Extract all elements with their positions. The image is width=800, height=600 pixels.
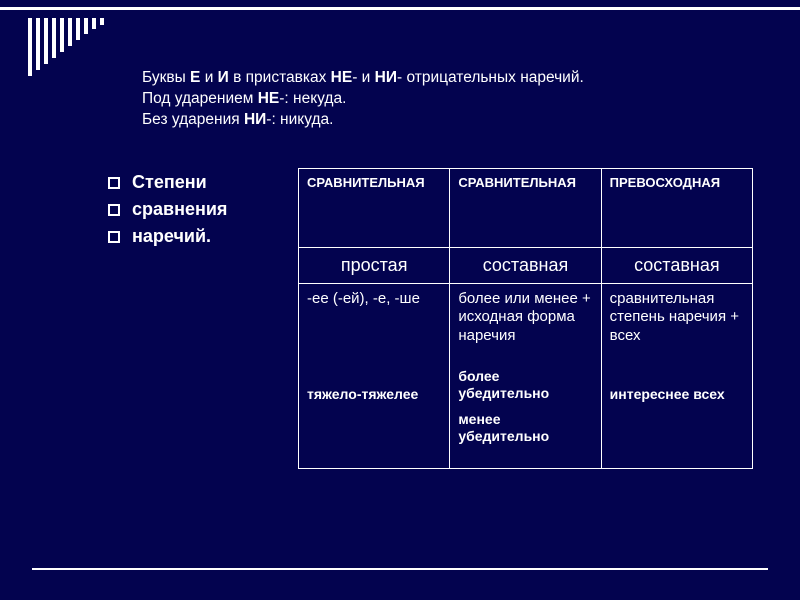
t3a: Без ударения	[142, 111, 244, 128]
bottom-divider	[32, 568, 768, 570]
comparison-table: СРАВНИТЕЛЬНАЯ СРАВНИТЕЛЬНАЯ ПРЕВОСХОДНАЯ…	[298, 168, 753, 469]
top-divider	[0, 7, 800, 10]
slide: Буквы Е и И в приставках НЕ- и НИ- отриц…	[0, 0, 800, 600]
square-bullet-icon	[108, 204, 120, 216]
t2c: -: некуда.	[279, 90, 346, 107]
example-text: менее убедительно	[458, 411, 592, 446]
bullet-list: Степени сравнения наречий.	[108, 168, 298, 253]
list-item: Степени	[108, 172, 298, 193]
table-row: СРАВНИТЕЛЬНАЯ СРАВНИТЕЛЬНАЯ ПРЕВОСХОДНАЯ	[299, 169, 753, 248]
t1i: - отрицательных наречий.	[397, 69, 584, 86]
list-item-label: сравнения	[132, 199, 227, 220]
t1h: НИ	[375, 69, 397, 86]
example-text: интереснее всех	[610, 386, 744, 404]
list-item: наречий.	[108, 226, 298, 247]
t1g: - и	[352, 69, 374, 86]
table-subhead-cell: составная	[601, 248, 752, 284]
t1f: НЕ	[331, 69, 353, 86]
rule-text: более или менее + исходная форма наречия	[458, 290, 592, 346]
t3c: -: никуда.	[266, 111, 333, 128]
slide-title: Буквы Е и И в приставках НЕ- и НИ- отриц…	[142, 68, 740, 131]
t1a: Буквы	[142, 69, 190, 86]
square-bullet-icon	[108, 177, 120, 189]
t1d: И	[218, 69, 229, 86]
rule-text: сравнительная степень наречия + всех	[610, 290, 744, 346]
table-subhead-cell: составная	[450, 248, 601, 284]
t1b: Е	[190, 69, 200, 86]
list-item-label: Степени	[132, 172, 207, 193]
t2a: Под ударением	[142, 90, 258, 107]
decorative-bars-icon	[28, 18, 108, 76]
body: Степени сравнения наречий. СРАВНИТЕЛЬНАЯ…	[108, 168, 760, 469]
example-text: более убедительно	[458, 368, 592, 403]
table-row: -ее (-ей), -е, -ше тяжело-тяжелее более …	[299, 283, 753, 468]
t1e: в приставках	[229, 69, 331, 86]
list-item-label: наречий.	[132, 226, 211, 247]
table-cell: сравнительная степень наречия + всех инт…	[601, 283, 752, 468]
example-text: тяжело-тяжелее	[307, 386, 441, 404]
t1c: и	[200, 69, 217, 86]
table-row: простая составная составная	[299, 248, 753, 284]
square-bullet-icon	[108, 231, 120, 243]
table-header-cell: СРАВНИТЕЛЬНАЯ	[450, 169, 601, 248]
t2b: НЕ	[258, 90, 280, 107]
rule-text: -ее (-ей), -е, -ше	[307, 290, 441, 309]
list-item: сравнения	[108, 199, 298, 220]
table-cell: более или менее + исходная форма наречия…	[450, 283, 601, 468]
table-header-cell: ПРЕВОСХОДНАЯ	[601, 169, 752, 248]
t3b: НИ	[244, 111, 266, 128]
table-header-cell: СРАВНИТЕЛЬНАЯ	[299, 169, 450, 248]
table-cell: -ее (-ей), -е, -ше тяжело-тяжелее	[299, 283, 450, 468]
table-subhead-cell: простая	[299, 248, 450, 284]
